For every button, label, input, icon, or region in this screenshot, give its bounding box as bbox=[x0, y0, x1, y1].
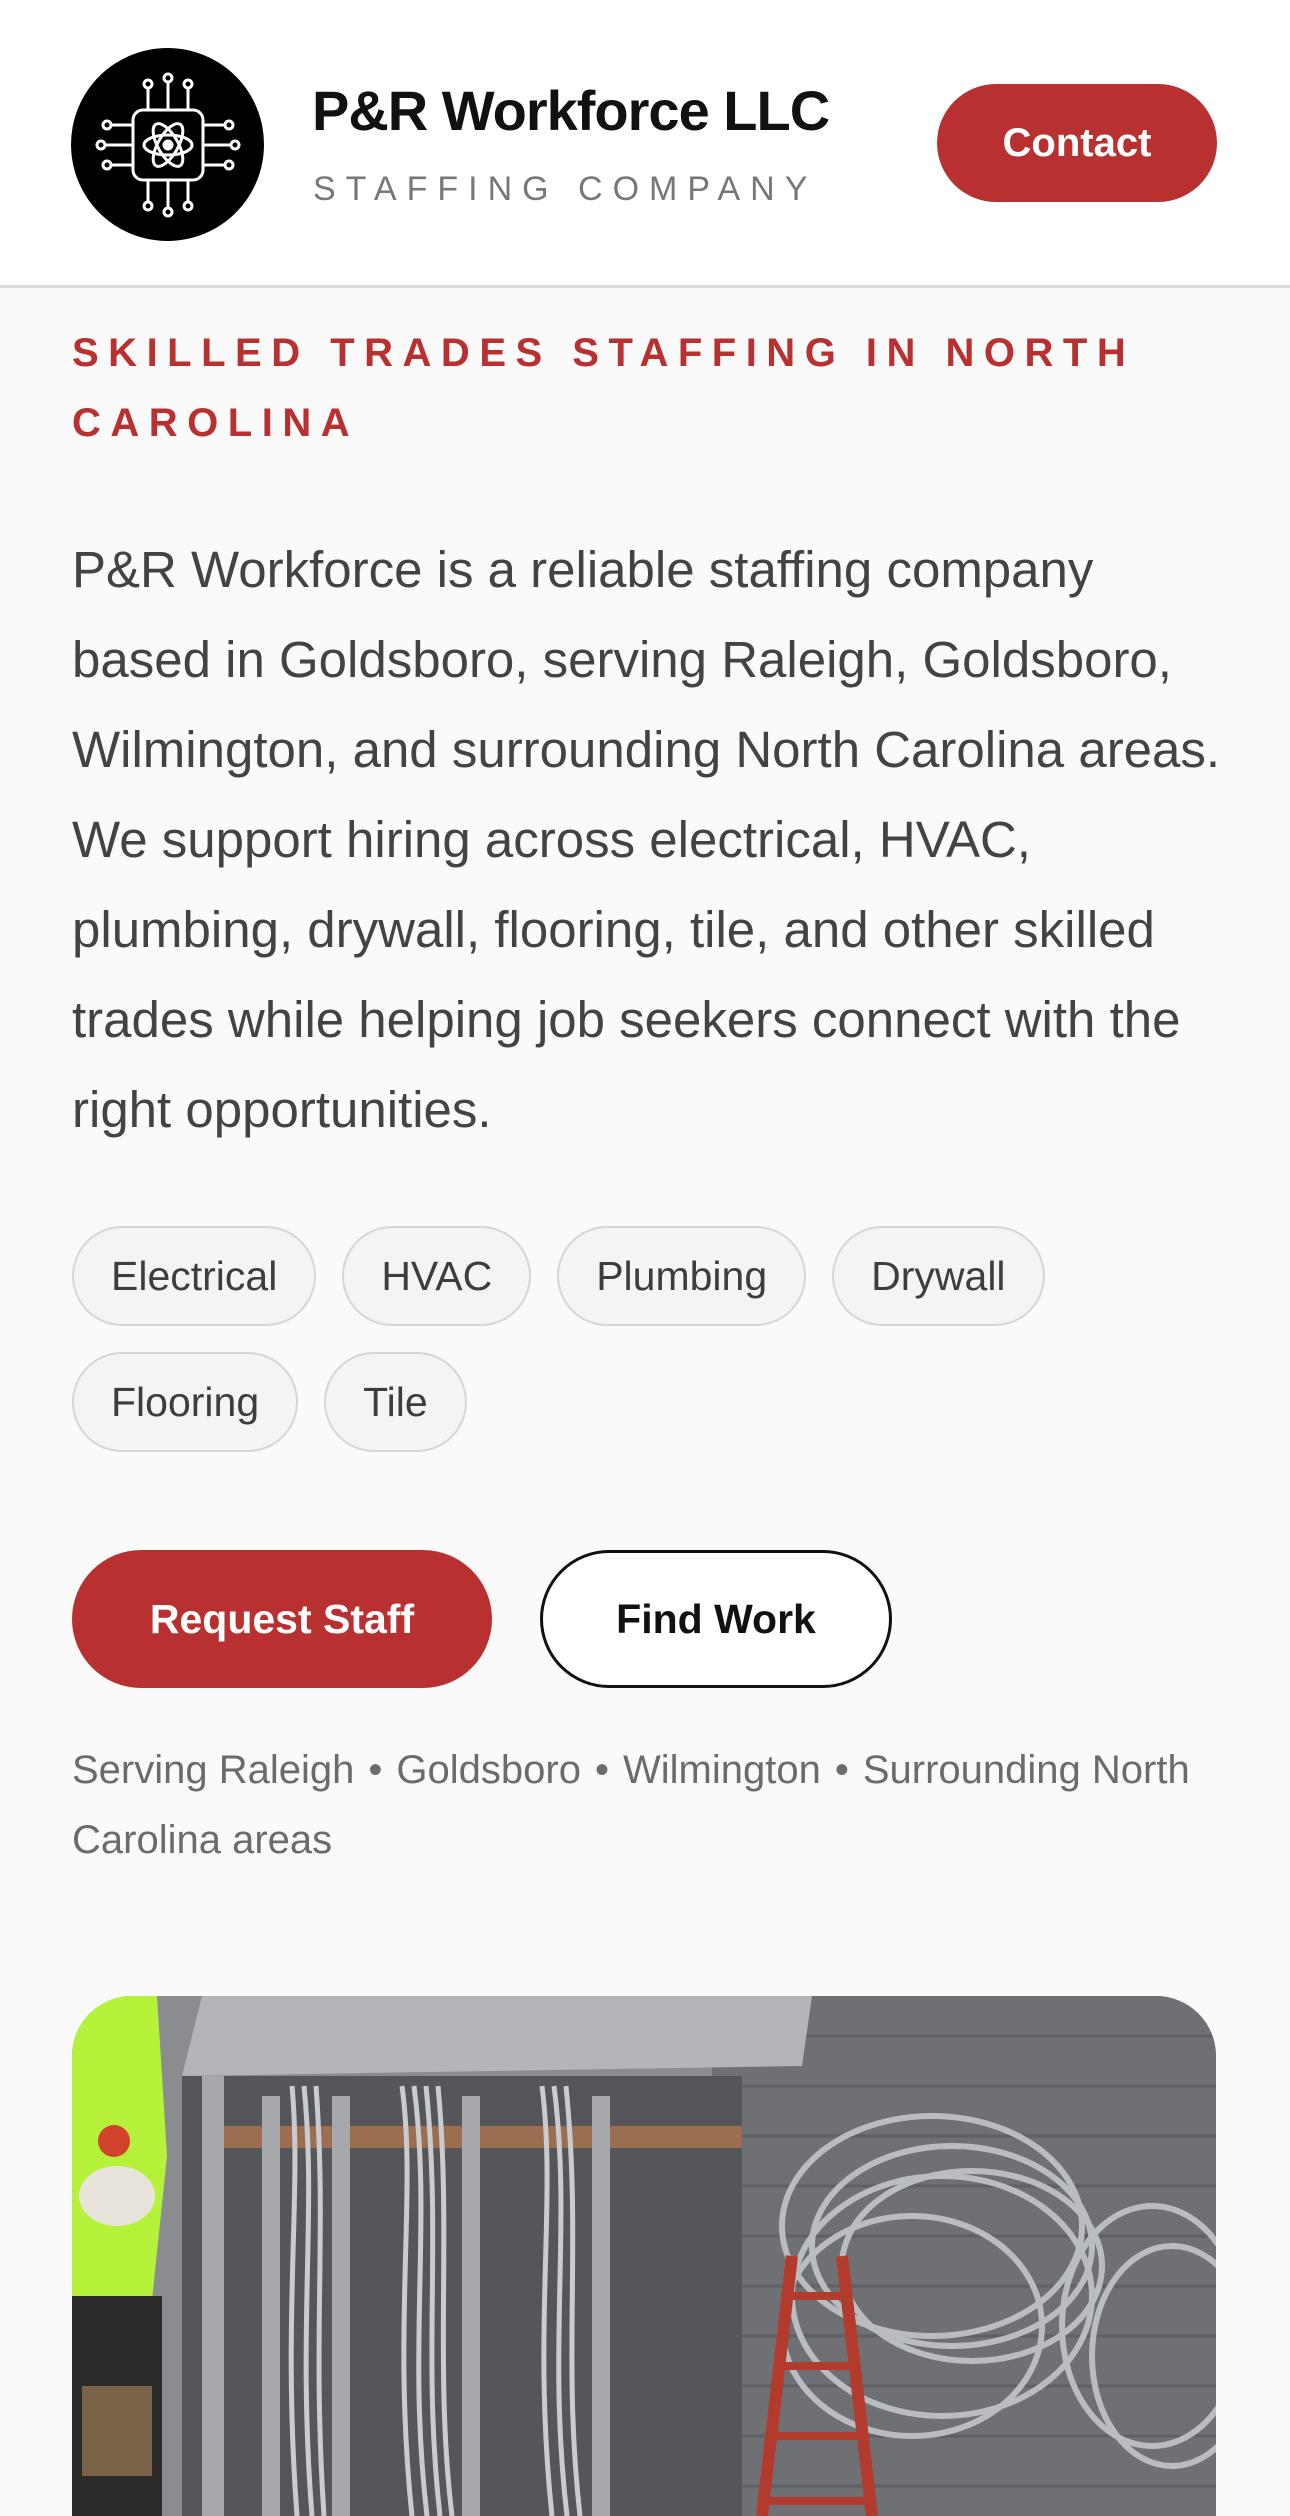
brand-name[interactable]: P&R Workforce LLC bbox=[312, 78, 830, 143]
service-area-raleigh: Serving Raleigh bbox=[72, 1748, 355, 1792]
service-area-goldsboro: Goldsboro bbox=[396, 1748, 581, 1792]
chip-tile[interactable]: Tile bbox=[324, 1352, 467, 1452]
service-areas: Serving Raleigh • Goldsboro • Wilmington • Sur… bbox=[72, 1735, 1222, 1875]
service-area-wilmington: Wilmington bbox=[622, 1748, 821, 1792]
chip-hvac[interactable]: HVAC bbox=[342, 1226, 532, 1326]
separator-dot: • bbox=[594, 1748, 609, 1792]
find-work-button[interactable]: Find Work bbox=[540, 1550, 892, 1688]
chip-electrical[interactable]: Electrical bbox=[72, 1226, 317, 1326]
atom-circuit-icon[interactable] bbox=[71, 48, 264, 241]
chip-plumbing[interactable]: Plumbing bbox=[557, 1226, 807, 1326]
hero-lead-paragraph: P&R Workforce is a reliable staffing com… bbox=[72, 541, 1221, 1138]
chip-drywall[interactable]: Drywall bbox=[832, 1226, 1045, 1326]
hero-photo bbox=[72, 1996, 1216, 2516]
separator-dot: • bbox=[368, 1748, 383, 1792]
contact-button[interactable]: Contact bbox=[937, 84, 1217, 202]
separator-dot: • bbox=[834, 1748, 849, 1792]
chip-flooring[interactable]: Flooring bbox=[72, 1352, 299, 1452]
trade-chips: Electrical HVAC Plumbing Drywall Floorin… bbox=[72, 1226, 1222, 1452]
brand-subtitle: STAFFING COMPANY bbox=[313, 170, 818, 208]
site-header: P&R Workforce LLC STAFFING COMPANY Conta… bbox=[0, 0, 1290, 288]
hero-eyebrow: SKILLED TRADES STAFFING IN NORTH CAROLIN… bbox=[72, 331, 1136, 445]
request-staff-button[interactable]: Request Staff bbox=[72, 1550, 492, 1688]
